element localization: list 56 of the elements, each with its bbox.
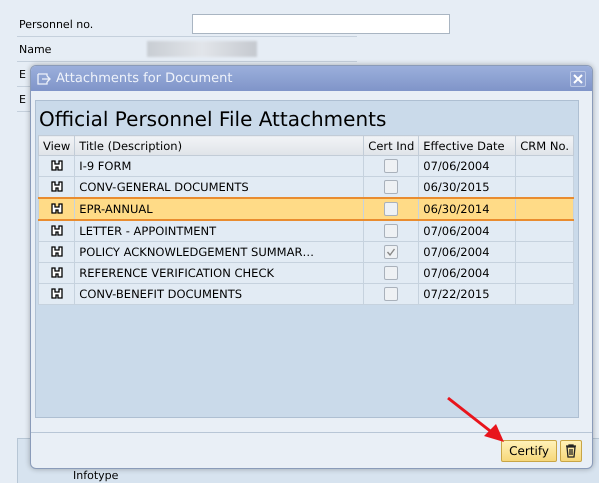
table-cell: POLICY ACKNOWLEDGEMENT SUMMAR… (74, 242, 364, 262)
table-cell: 07/22/2015 (418, 284, 516, 304)
table-row[interactable]: CONV-GENERAL DOCUMENTS 06/30/2015 (38, 176, 574, 198)
certify-button[interactable]: Certify (501, 440, 557, 462)
binoculars-icon[interactable] (50, 200, 64, 214)
column-header[interactable]: View (38, 136, 75, 156)
binoculars-icon[interactable] (50, 244, 64, 258)
window-icon (37, 72, 51, 84)
checkbox[interactable] (384, 202, 398, 216)
table-row[interactable]: I-9 FORM 07/06/2004 (38, 156, 574, 176)
table-cell: 06/30/2014 (418, 198, 516, 220)
close-button[interactable] (570, 70, 586, 86)
checkbox[interactable] (384, 287, 398, 302)
input-field[interactable] (192, 14, 450, 34)
table-cell: I-9 FORM (74, 156, 364, 176)
binoculars-icon[interactable] (50, 178, 64, 192)
table-cell: CONV-GENERAL DOCUMENTS (74, 176, 364, 198)
table-cell: 07/06/2004 (418, 242, 516, 262)
dialog-title: Attachments for Document (56, 71, 234, 86)
table-row[interactable]: CONV-BENEFIT DOCUMENTS 07/22/2015 (38, 284, 574, 304)
table-row[interactable]: REFERENCE VERIFICATION CHECK 07/06/2004 (38, 262, 574, 284)
delete-button[interactable] (560, 440, 582, 462)
table-row[interactable]: EPR-ANNUAL 06/30/2014 (38, 198, 574, 220)
table-cell: REFERENCE VERIFICATION CHECK (74, 262, 364, 284)
column-header[interactable]: Title (Description) (74, 136, 364, 156)
field-label: E (18, 68, 26, 80)
table-cell: 06/30/2015 (418, 176, 516, 198)
table-cell: LETTER - APPOINTMENT (74, 220, 364, 242)
checkbox[interactable] (384, 180, 398, 194)
field-label: Infotype (73, 469, 118, 482)
checkbox[interactable] (384, 245, 398, 260)
checkbox[interactable] (384, 224, 398, 238)
binoculars-icon[interactable] (50, 158, 64, 172)
field-label: E (18, 92, 26, 106)
table-cell: 07/06/2004 (418, 156, 516, 176)
checkmark-icon (385, 246, 398, 258)
table-cell: 07/06/2004 (418, 220, 516, 242)
pointer-arrow (447, 396, 504, 442)
binoculars-icon[interactable] (50, 286, 64, 300)
column-header[interactable]: CRM No. (516, 136, 574, 156)
trash-icon (565, 444, 577, 458)
section-heading: Official Personnel File Attachments (38, 106, 388, 133)
close-icon (573, 74, 583, 84)
column-header[interactable]: Effective Date (418, 136, 516, 156)
table-row[interactable]: POLICY ACKNOWLEDGEMENT SUMMAR… 07/06/2004 (38, 242, 574, 262)
checkbox[interactable] (384, 266, 398, 280)
binoculars-icon[interactable] (50, 264, 64, 278)
table-cell: 07/06/2004 (418, 262, 516, 284)
checkbox[interactable] (384, 159, 398, 174)
field-label: Personnel no. (18, 18, 94, 30)
table-cell: CONV-BENEFIT DOCUMENTS (74, 284, 364, 304)
binoculars-icon[interactable] (50, 222, 64, 236)
table-row[interactable]: LETTER - APPOINTMENT 07/06/2004 (38, 220, 574, 242)
column-header[interactable]: Cert Ind (364, 136, 419, 156)
field-label: Name (18, 42, 52, 56)
table-cell: EPR-ANNUAL (74, 198, 364, 220)
